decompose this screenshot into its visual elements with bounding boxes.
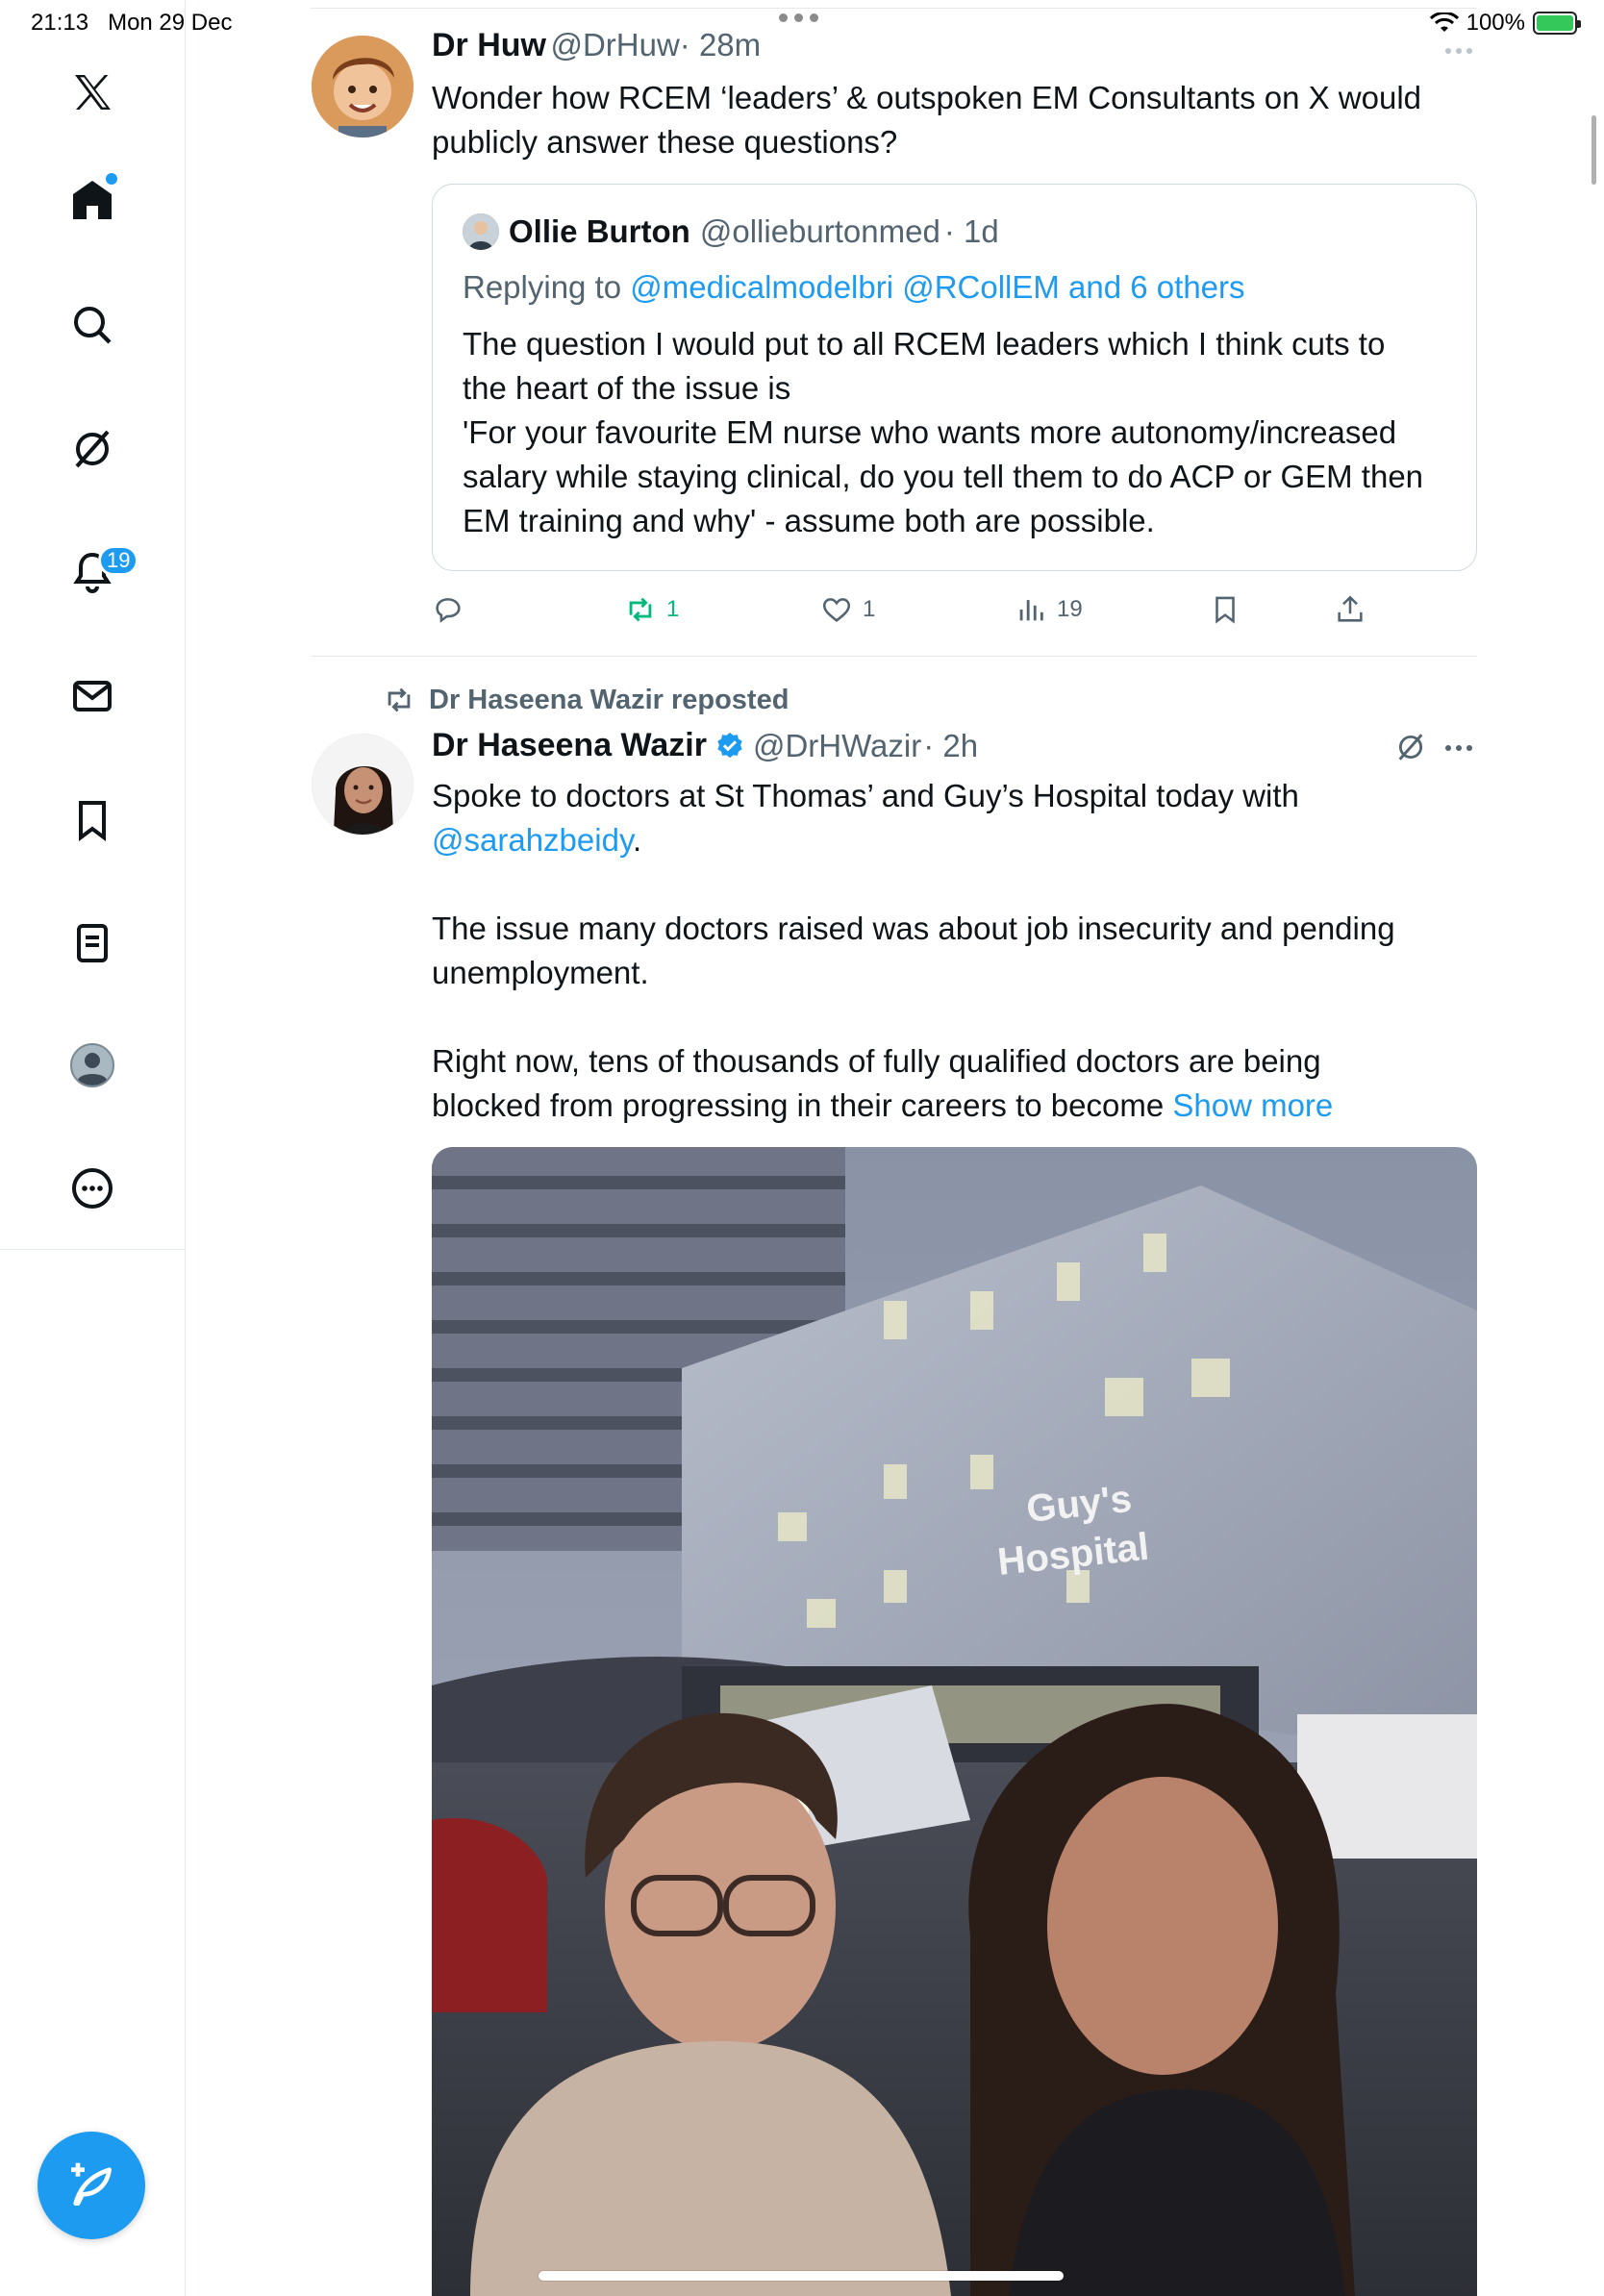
replying-to-links[interactable]: @medicalmodelbri @RCollEM and 6 others: [630, 269, 1244, 305]
tweet2-header: Dr Haseena Wazir @DrHWazir · 2h: [432, 727, 978, 764]
verified-badge-icon: [717, 732, 742, 758]
profile-avatar-icon: [70, 1043, 114, 1087]
tweet1-text: Wonder how RCEM ‘leaders’ & outspoken EM…: [432, 76, 1477, 164]
views-chart-icon: [1019, 600, 1043, 621]
tweet2-text: Spoke to doctors at St Thomas’ and Guy’s…: [432, 774, 1477, 1128]
search-icon: [74, 307, 112, 344]
home-indicator[interactable]: [539, 2271, 1064, 2281]
tweet1-text-line: publicly answer these questions?: [432, 124, 898, 160]
tweet2-author-name[interactable]: Dr Haseena Wazir: [432, 727, 707, 764]
sidebar-item-more[interactable]: [54, 1150, 131, 1227]
reply-button[interactable]: [432, 593, 464, 626]
tweet2-text-line: blocked from progressing in their career…: [432, 1087, 1165, 1123]
tweet2-text-line: The issue many doctors raised was about …: [432, 911, 1395, 946]
home-unread-dot: [106, 173, 117, 185]
repost-small-icon: [388, 687, 411, 712]
quote-text-line: 'For your favourite EM nurse who wants m…: [463, 414, 1397, 450]
bookmark-icon: [79, 801, 106, 841]
sidebar-item-lists[interactable]: [54, 905, 131, 982]
tweet1-author-handle[interactable]: @DrHuw: [550, 27, 679, 62]
tweet2-author-handle[interactable]: @DrHWazir: [753, 728, 921, 764]
tweet2-photo[interactable]: Guy's Hospital: [432, 1147, 1477, 2296]
heart-icon: [822, 598, 851, 622]
sidebar-item-search[interactable]: [54, 287, 131, 363]
tweet1-author-name[interactable]: Dr Huw: [432, 27, 546, 63]
quote-text-line: the heart of the issue is: [463, 370, 791, 406]
quote-header: Ollie Burton @ollieburtonmed · 1d: [463, 213, 999, 250]
bookmark-icon: [1216, 596, 1235, 624]
multitasking-dots-icon[interactable]: [779, 13, 818, 22]
compose-post-button[interactable]: [38, 2132, 145, 2239]
compose-feather-icon: [71, 2162, 112, 2206]
sidebar-item-messages[interactable]: [54, 658, 131, 735]
quote-text-line: The question I would put to all RCEM lea…: [463, 326, 1386, 362]
view-count: 19: [1057, 596, 1083, 622]
like-count: 1: [863, 596, 876, 622]
tweet-divider: [311, 656, 1477, 657]
scrollbar-thumb[interactable]: [1591, 115, 1596, 185]
tweet2-text-line: unemployment.: [432, 955, 649, 990]
wifi-icon: [1429, 12, 1459, 32]
battery-percent: 100%: [1466, 10, 1525, 36]
reply-icon: [436, 598, 461, 623]
status-indicators: 100%: [1429, 10, 1581, 37]
sidebar-item-bookmarks[interactable]: [54, 782, 131, 859]
avatar-dr-haseena-wazir[interactable]: [312, 734, 414, 836]
show-more-link[interactable]: Show more: [1172, 1087, 1333, 1123]
quote-text: The question I would put to all RCEM lea…: [463, 322, 1463, 543]
tweet2-text-line: Spoke to doctors at St Thomas’ and Guy’s…: [432, 778, 1299, 813]
tweet2-grok-button[interactable]: [1394, 731, 1427, 768]
repost-indicator: Dr Haseena Wazir reposted: [383, 684, 789, 716]
repost-count: 1: [666, 596, 680, 622]
quote-text-line: EM training and why' - assume both are p…: [463, 503, 1155, 538]
tweet2-text-line: Right now, tens of thousands of fully qu…: [432, 1043, 1321, 1079]
sidebar-item-notifications[interactable]: 19: [54, 534, 139, 611]
quote-text-line: salary while staying clinical, do you te…: [463, 459, 1424, 494]
sidebar-divider: [185, 1250, 186, 2296]
tweet1-header: Dr Huw @DrHuw· 28m: [432, 27, 761, 64]
bookmark-button[interactable]: [1209, 593, 1241, 626]
tweet1-text-line: Wonder how RCEM ‘leaders’ & outspoken EM…: [432, 80, 1422, 115]
repost-icon: [629, 597, 652, 622]
replying-prefix: Replying to: [463, 269, 622, 305]
like-button[interactable]: 1: [820, 593, 875, 626]
repost-button[interactable]: 1: [624, 593, 679, 626]
tweet1-actions: 1 1 19: [432, 590, 1393, 629]
battery-icon: [1533, 12, 1581, 35]
tweet1-time[interactable]: · 28m: [680, 27, 761, 62]
quote-author-handle[interactable]: @ollieburtonmed: [700, 213, 940, 250]
feed-top-divider: [311, 8, 1477, 9]
more-circle-icon: [72, 1168, 113, 1209]
quoted-tweet-card[interactable]: Ollie Burton @ollieburtonmed · 1d Replyin…: [432, 184, 1477, 571]
sidebar-item-home[interactable]: [54, 162, 131, 238]
quote-author-avatar[interactable]: [463, 213, 499, 250]
sidebar-item-profile[interactable]: [54, 1027, 131, 1104]
grok-icon: [1398, 734, 1423, 761]
quote-replying-to: Replying to @medicalmodelbri @RCollEM an…: [463, 265, 1245, 310]
repost-label[interactable]: Dr Haseena Wazir reposted: [429, 685, 789, 716]
quote-author-name[interactable]: Ollie Burton: [509, 213, 690, 250]
sidebar-nav: 19: [0, 0, 186, 1250]
share-icon: [1338, 595, 1363, 622]
mention-link[interactable]: @sarahzbeidy: [432, 822, 633, 858]
grok-icon: [75, 430, 110, 468]
list-icon: [77, 924, 108, 962]
avatar-dr-huw[interactable]: [312, 36, 414, 137]
tweet1-more-icon[interactable]: [1445, 48, 1472, 54]
views-button[interactable]: 19: [1015, 593, 1083, 626]
notifications-badge: 19: [98, 545, 139, 576]
quote-time: · 1d: [943, 213, 999, 249]
tweet2-more-icon[interactable]: [1445, 745, 1472, 751]
mail-icon: [73, 681, 112, 711]
share-button[interactable]: [1334, 593, 1366, 626]
tweet2-time[interactable]: · 2h: [923, 728, 978, 764]
status-bar: 21:13 Mon 29 Dec 100%: [0, 0, 1604, 42]
x-logo-icon[interactable]: [54, 54, 131, 131]
mention-suffix: .: [633, 822, 642, 858]
sidebar-item-grok[interactable]: [54, 411, 131, 487]
